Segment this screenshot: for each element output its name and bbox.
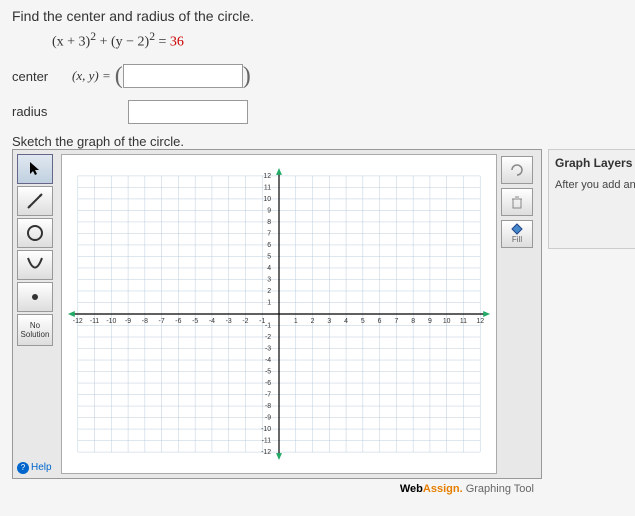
equation: (x + 3)2 + (y − 2)2 = 36 xyxy=(52,30,623,51)
delete-button[interactable] xyxy=(501,188,533,216)
svg-text:5: 5 xyxy=(361,318,365,325)
svg-text:-8: -8 xyxy=(142,318,148,325)
svg-text:-2: -2 xyxy=(265,334,271,341)
coordinate-grid[interactable]: -12-11-10-9-8-7-6-5-4-3-2-11234567891011… xyxy=(61,154,497,474)
trash-icon xyxy=(510,195,524,209)
svg-text:8: 8 xyxy=(411,318,415,325)
point-icon xyxy=(25,287,45,307)
svg-text:-5: -5 xyxy=(265,368,271,375)
svg-text:-11: -11 xyxy=(90,318,100,325)
xy-label: (x, y) = xyxy=(72,68,111,84)
svg-text:9: 9 xyxy=(428,318,432,325)
radius-row: radius xyxy=(12,100,623,124)
point-tool[interactable] xyxy=(17,282,53,312)
center-input[interactable] xyxy=(123,64,243,88)
svg-text:4: 4 xyxy=(344,318,348,325)
svg-text:3: 3 xyxy=(327,318,331,325)
svg-text:7: 7 xyxy=(267,230,271,237)
right-toolbar: Fill xyxy=(501,154,537,474)
graph-layers-panel: Graph Layers After you add an object to … xyxy=(548,149,635,249)
svg-text:-10: -10 xyxy=(106,318,116,325)
fill-button[interactable]: Fill xyxy=(501,220,533,248)
undo-icon xyxy=(509,163,525,177)
circle-tool[interactable] xyxy=(17,218,53,248)
radius-input[interactable] xyxy=(128,100,248,124)
eq-rhs: 36 xyxy=(170,35,184,50)
svg-text:10: 10 xyxy=(443,318,451,325)
svg-text:-4: -4 xyxy=(265,357,271,364)
radius-label: radius xyxy=(12,104,72,119)
svg-text:11: 11 xyxy=(460,318,467,325)
eq-eq: = xyxy=(155,35,170,50)
svg-text:-10: -10 xyxy=(261,426,271,433)
svg-text:-12: -12 xyxy=(261,449,271,456)
center-label: center xyxy=(12,69,72,84)
cursor-icon xyxy=(28,161,42,177)
brand-assign: Assign. xyxy=(423,483,463,495)
no-solution-button[interactable]: No Solution xyxy=(17,314,53,346)
help-link[interactable]: ? Help xyxy=(17,462,57,474)
svg-text:-7: -7 xyxy=(265,391,271,398)
svg-text:6: 6 xyxy=(267,242,271,249)
svg-text:4: 4 xyxy=(267,265,271,272)
svg-text:8: 8 xyxy=(267,219,271,226)
svg-text:-1: -1 xyxy=(265,322,271,329)
svg-text:-4: -4 xyxy=(209,318,215,325)
svg-text:3: 3 xyxy=(267,276,271,283)
svg-text:10: 10 xyxy=(263,196,271,203)
svg-text:12: 12 xyxy=(476,318,484,325)
line-tool[interactable] xyxy=(17,186,53,216)
svg-text:-2: -2 xyxy=(242,318,248,325)
svg-text:-7: -7 xyxy=(159,318,165,325)
svg-text:-11: -11 xyxy=(262,437,272,444)
grid-svg: -12-11-10-9-8-7-6-5-4-3-2-11234567891011… xyxy=(62,155,496,473)
svg-text:12: 12 xyxy=(263,173,271,180)
svg-text:-9: -9 xyxy=(265,414,271,421)
svg-text:-9: -9 xyxy=(125,318,131,325)
svg-text:6: 6 xyxy=(378,318,382,325)
open-paren: ( xyxy=(115,63,123,90)
help-label: Help xyxy=(31,462,52,473)
layers-title: Graph Layers xyxy=(555,156,635,170)
left-toolbar: No Solution ? Help xyxy=(17,154,57,474)
pointer-tool[interactable] xyxy=(17,154,53,184)
svg-text:11: 11 xyxy=(264,184,271,191)
eq-part2: + (y − 2) xyxy=(96,35,149,50)
svg-text:2: 2 xyxy=(311,318,315,325)
center-row: center (x, y) = ( ) xyxy=(12,63,623,90)
brand-web: Web xyxy=(400,483,423,495)
footer-tool: Graphing Tool xyxy=(463,483,534,495)
svg-text:-12: -12 xyxy=(73,318,83,325)
svg-text:2: 2 xyxy=(267,288,271,295)
curve-tool[interactable] xyxy=(17,250,53,280)
svg-text:7: 7 xyxy=(394,318,398,325)
svg-text:-6: -6 xyxy=(175,318,181,325)
circle-icon xyxy=(25,223,45,243)
fill-icon xyxy=(510,223,524,235)
svg-text:-6: -6 xyxy=(265,380,271,387)
close-paren: ) xyxy=(243,63,251,90)
svg-text:-3: -3 xyxy=(226,318,232,325)
clear-button[interactable] xyxy=(501,156,533,184)
svg-text:-5: -5 xyxy=(192,318,198,325)
question-prompt: Find the center and radius of the circle… xyxy=(12,8,623,24)
svg-text:5: 5 xyxy=(267,253,271,260)
help-icon: ? xyxy=(17,462,29,474)
footer: WebAssign. Graphing Tool xyxy=(12,479,542,499)
graph-panel: No Solution ? Help -12-11-10-9-8-7-6-5-4… xyxy=(12,149,542,479)
svg-text:1: 1 xyxy=(294,318,298,325)
svg-text:-8: -8 xyxy=(265,403,271,410)
sketch-label: Sketch the graph of the circle. xyxy=(12,134,623,149)
line-icon xyxy=(25,191,45,211)
svg-text:1: 1 xyxy=(267,299,271,306)
svg-text:9: 9 xyxy=(267,207,271,214)
fill-label: Fill xyxy=(512,235,522,244)
parabola-icon xyxy=(25,255,45,275)
layers-text: After you add an object to the graph can… xyxy=(555,178,635,192)
svg-text:-3: -3 xyxy=(265,345,271,352)
eq-part1: (x + 3) xyxy=(52,35,90,50)
